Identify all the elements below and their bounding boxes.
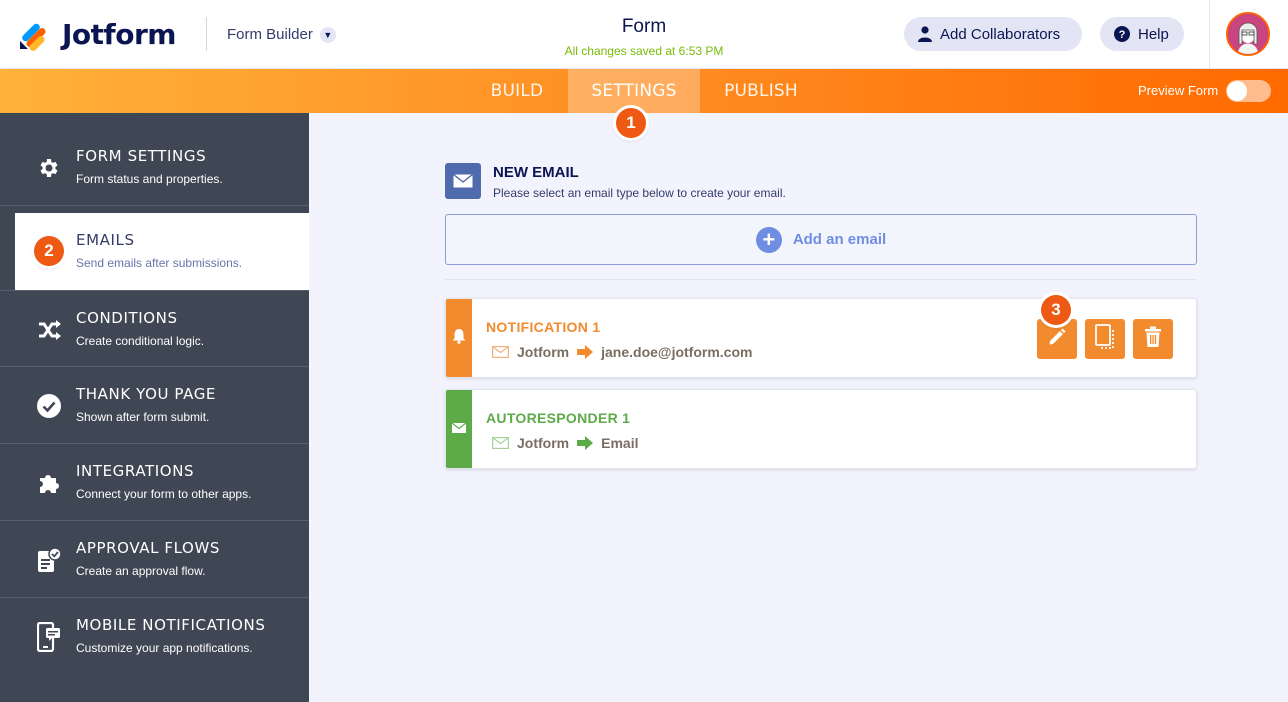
email-route: Jotform jane.doe@jotform.com (492, 344, 752, 360)
main-nav: BUILD SETTINGS PUBLISH Preview Form (0, 69, 1288, 113)
sidebar-item-approval-flows[interactable]: APPROVAL FLOWS Create an approval flow. (0, 521, 309, 598)
sidebar-item-title: MOBILE NOTIFICATIONS (76, 616, 266, 634)
form-title[interactable]: Form (544, 16, 744, 38)
add-collaborators-label: Add Collaborators (940, 25, 1061, 43)
step-badge-2: 2 (34, 236, 64, 266)
sidebar-item-subtitle: Customize your app notifications. (76, 641, 253, 655)
svg-text:?: ? (1119, 29, 1126, 41)
email-card-autoresponder[interactable]: AUTORESPONDER 1 Jotform Email (445, 389, 1197, 469)
envelope-outline-icon (492, 437, 509, 449)
bell-icon (452, 328, 466, 349)
sidebar-item-title: EMAILS (76, 231, 135, 249)
emails-panel: NEW EMAIL Please select an email type be… (309, 113, 1288, 702)
tab-publish[interactable]: PUBLISH (714, 69, 808, 113)
sidebar-item-subtitle: Create an approval flow. (76, 564, 206, 578)
email-to: jane.doe@jotform.com (601, 344, 753, 360)
preview-form-label: Preview Form (1138, 83, 1219, 98)
envelope-icon (445, 163, 481, 199)
email-from: Jotform (517, 344, 570, 360)
header-divider (206, 17, 207, 51)
autoresponder-stripe (446, 390, 472, 468)
clone-email-button[interactable] (1085, 319, 1125, 359)
form-builder-label: Form Builder (227, 26, 313, 43)
sidebar-item-integrations[interactable]: INTEGRATIONS Connect your form to other … (0, 444, 309, 521)
puzzle-icon (36, 470, 62, 496)
arrow-right-icon (577, 345, 594, 359)
jotform-logo[interactable]: Jotform (18, 18, 176, 51)
sidebar-item-title: FORM SETTINGS (76, 147, 207, 165)
sidebar-item-subtitle: Form status and properties. (76, 172, 223, 186)
sidebar-item-subtitle: Send emails after submissions. (76, 256, 243, 270)
email-card-notification[interactable]: NOTIFICATION 1 Jotform jane.doe@jotform.… (445, 298, 1197, 378)
step-badge-3: 3 (1041, 295, 1071, 325)
avatar-area (1209, 0, 1288, 69)
sidebar-item-title: THANK YOU PAGE (76, 385, 217, 403)
help-button[interactable]: ? Help (1100, 17, 1184, 51)
question-icon: ? (1114, 26, 1130, 42)
form-builder-dropdown[interactable]: Form Builder ▼ (227, 26, 336, 43)
sidebar-item-form-settings[interactable]: FORM SETTINGS Form status and properties… (0, 129, 309, 206)
envelope-outline-icon (492, 346, 509, 358)
sidebar-item-subtitle: Connect your form to other apps. (76, 487, 252, 501)
jotform-logo-icon (18, 19, 50, 51)
add-collaborators-button[interactable]: Add Collaborators (904, 17, 1082, 51)
section-divider (445, 279, 1197, 280)
sidebar-item-subtitle: Create conditional logic. (76, 334, 205, 348)
user-icon (918, 26, 932, 42)
form-title-area: Form All changes saved at 6:53 PM (544, 16, 744, 58)
edit-email-button[interactable] (1037, 319, 1077, 359)
plus-circle-icon: + (755, 226, 782, 253)
tab-settings[interactable]: SETTINGS (568, 69, 700, 113)
email-route: Jotform Email (492, 435, 638, 451)
sidebar-item-thank-you-page[interactable]: THANK YOU PAGE Shown after form submit. (0, 367, 309, 444)
email-from: Jotform (517, 435, 570, 451)
step-badge-1: 1 (616, 108, 646, 138)
email-to: Email (601, 435, 639, 451)
add-email-button[interactable]: + Add an email (445, 214, 1197, 265)
avatar[interactable] (1226, 12, 1270, 56)
sidebar-item-title: APPROVAL FLOWS (76, 539, 221, 557)
delete-email-button[interactable] (1133, 319, 1173, 359)
arrow-right-icon (577, 436, 594, 450)
gear-icon (36, 155, 62, 181)
clone-icon (1094, 323, 1116, 355)
mobile-notification-icon (36, 622, 62, 652)
saved-status: All changes saved at 6:53 PM (564, 44, 724, 58)
shuffle-icon (36, 317, 62, 343)
brand-name: Jotform (62, 18, 176, 51)
notification-stripe (446, 299, 472, 377)
help-label: Help (1138, 25, 1169, 43)
chevron-down-icon: ▼ (319, 26, 336, 43)
sidebar-item-title: CONDITIONS (76, 309, 178, 327)
preview-form-toggle[interactable] (1226, 80, 1271, 102)
approval-document-icon (36, 547, 62, 573)
sidebar-item-title: INTEGRATIONS (76, 462, 195, 480)
sidebar-item-conditions[interactable]: CONDITIONS Create conditional logic. (0, 290, 309, 367)
sidebar-item-subtitle: Shown after form submit. (76, 410, 210, 424)
new-email-title: NEW EMAIL (493, 164, 579, 181)
new-email-subtitle: Please select an email type below to cre… (493, 186, 786, 200)
envelope-icon (451, 420, 467, 438)
sidebar-item-mobile-notifications[interactable]: MOBILE NOTIFICATIONS Customize your app … (0, 598, 309, 675)
pencil-icon (1047, 327, 1067, 352)
email-title: AUTORESPONDER 1 (486, 410, 631, 426)
top-header: Jotform Form Builder ▼ Form All changes … (0, 0, 1288, 69)
tab-build[interactable]: BUILD (480, 69, 554, 113)
add-email-label: Add an email (792, 231, 887, 248)
toggle-knob (1227, 81, 1247, 101)
settings-sidebar: FORM SETTINGS Form status and properties… (0, 113, 309, 702)
check-circle-icon (36, 393, 62, 419)
email-title: NOTIFICATION 1 (486, 319, 601, 335)
trash-icon (1144, 326, 1162, 353)
